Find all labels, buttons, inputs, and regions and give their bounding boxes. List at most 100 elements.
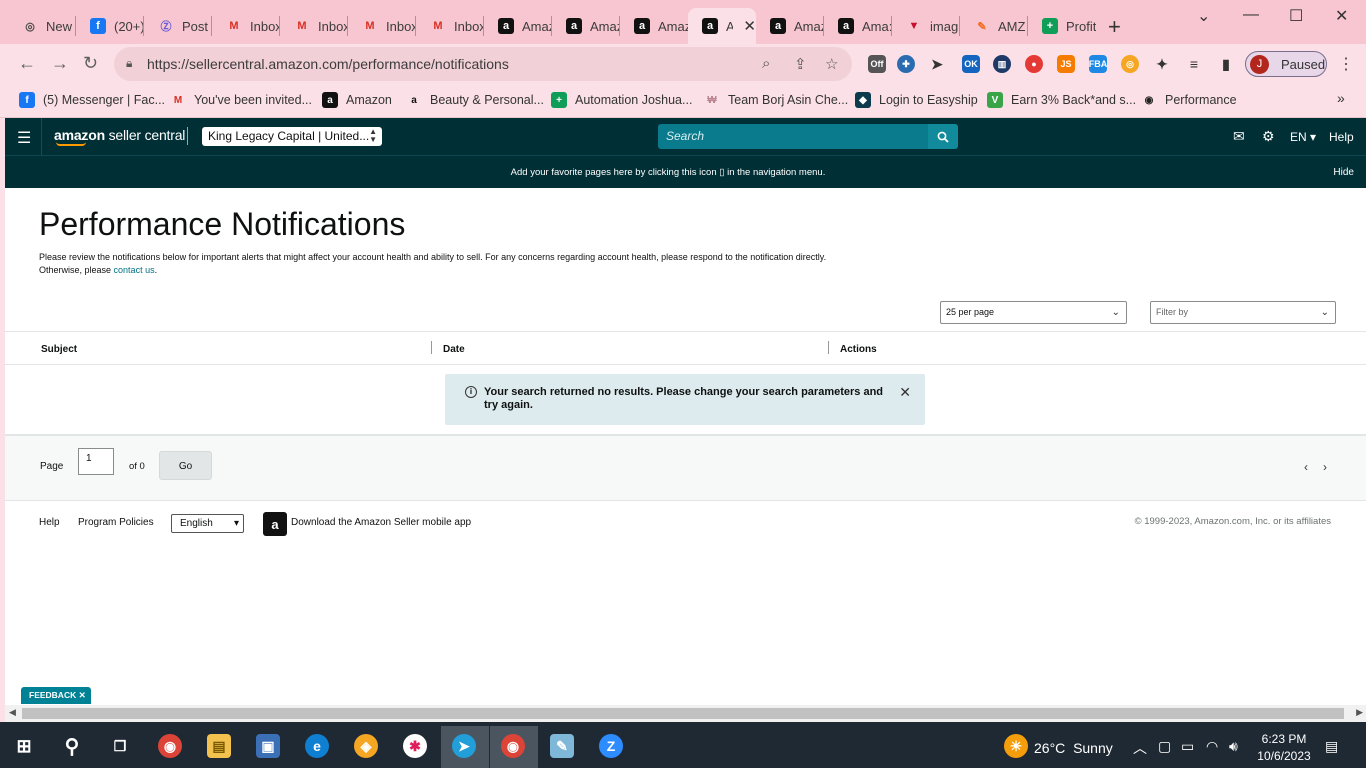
extension-fba-icon[interactable]: FBA bbox=[1089, 55, 1107, 73]
tray-overflow-icon[interactable]: ︿ bbox=[1133, 738, 1147, 758]
wifi-icon[interactable]: ◠ bbox=[1206, 738, 1218, 755]
download-app-link[interactable]: Download the Amazon Seller mobile app bbox=[291, 517, 471, 528]
bookmark-item[interactable]: V Earn 3% Back*and s... bbox=[987, 91, 1136, 109]
browser-tab[interactable]: a A ✕ bbox=[688, 8, 756, 44]
bookmark-item[interactable]: ◉ Performance bbox=[1141, 91, 1237, 109]
minimize-icon[interactable]: — bbox=[1243, 6, 1259, 24]
app-taskbar-icon[interactable]: ▣ bbox=[256, 734, 280, 758]
footer-language-select[interactable]: English ▾ bbox=[171, 514, 244, 533]
browser-tab[interactable]: ✎ AMZ bbox=[960, 8, 1028, 44]
help-link[interactable]: Help bbox=[1329, 130, 1354, 144]
bookmark-item[interactable]: a Beauty & Personal... bbox=[406, 91, 544, 109]
search-input[interactable]: Search bbox=[658, 124, 928, 149]
go-button[interactable]: Go bbox=[159, 451, 212, 480]
browser-menu-icon[interactable]: ⋮ bbox=[1338, 54, 1354, 74]
scroll-left-icon[interactable]: ◀ bbox=[9, 707, 16, 718]
page-number-input[interactable]: 1 bbox=[78, 448, 114, 475]
extension-ok-icon[interactable]: OK bbox=[962, 55, 980, 73]
tray-camera-icon[interactable]: ▢ bbox=[1158, 738, 1171, 755]
browser-tab[interactable]: a Amaz bbox=[484, 8, 552, 44]
telegram-icon[interactable]: ➤ bbox=[452, 734, 476, 758]
hide-banner-link[interactable]: Hide bbox=[1333, 167, 1354, 178]
bookmark-item[interactable]: ◆ Login to Easyship bbox=[855, 91, 978, 109]
address-bar[interactable]: 🔒︎ https://sellercentral.amazon.com/perf… bbox=[114, 47, 852, 81]
previous-page-icon[interactable]: ‹ bbox=[1304, 460, 1308, 474]
close-window-icon[interactable]: ✕ bbox=[1335, 6, 1348, 26]
browser-tab[interactable]: M Inbox bbox=[348, 8, 416, 44]
bookmark-item[interactable]: a Amazon bbox=[322, 91, 392, 109]
bookmark-star-icon[interactable]: ☆ bbox=[825, 55, 838, 73]
forward-icon[interactable]: → bbox=[51, 53, 69, 74]
new-tab-button[interactable]: + bbox=[1108, 14, 1121, 40]
chrome-profile-taskbar-icon[interactable]: ◉ bbox=[501, 734, 525, 758]
chrome-taskbar-icon[interactable]: ◉ bbox=[158, 734, 182, 758]
extensions-puzzle-icon[interactable]: ✦ bbox=[1153, 55, 1171, 73]
browser-tab[interactable]: M Inbox bbox=[212, 8, 280, 44]
system-clock[interactable]: 6:23 PM 10/6/2023 bbox=[1255, 731, 1313, 765]
bookmarks-overflow-icon[interactable]: » bbox=[1337, 90, 1345, 106]
zoom-app-icon[interactable]: Z bbox=[599, 734, 623, 758]
amazon-seller-app-icon[interactable]: a bbox=[263, 512, 287, 536]
close-tab-icon[interactable]: ✕ bbox=[743, 17, 756, 35]
column-actions[interactable]: Actions bbox=[840, 344, 877, 355]
task-view-icon[interactable]: ❐ bbox=[108, 734, 132, 758]
extension-chart-icon[interactable]: ▥ bbox=[993, 55, 1011, 73]
browser-tab[interactable]: f (20+) bbox=[76, 8, 144, 44]
slack-icon[interactable]: ✱ bbox=[403, 734, 427, 758]
extension-orange-icon[interactable]: ◎ bbox=[1121, 55, 1139, 73]
footer-help-link[interactable]: Help bbox=[39, 517, 60, 528]
next-page-icon[interactable]: › bbox=[1323, 460, 1327, 474]
hamburger-menu-icon[interactable]: ☰ bbox=[17, 128, 31, 148]
column-subject[interactable]: Subject bbox=[41, 344, 77, 355]
scrollbar-thumb[interactable] bbox=[22, 708, 1344, 719]
extension-blue-icon[interactable]: ✚ bbox=[897, 55, 915, 73]
browser-tab[interactable]: ▼ imag bbox=[892, 8, 960, 44]
extension-js-icon[interactable]: JS bbox=[1057, 55, 1075, 73]
feedback-tab[interactable]: FEEDBACK ✕ bbox=[21, 687, 91, 704]
url-text[interactable]: https://sellercentral.amazon.com/perform… bbox=[147, 56, 509, 72]
taskbar-search-icon[interactable]: ⚲ bbox=[60, 734, 84, 758]
browser-tab[interactable]: a Amaz bbox=[552, 8, 620, 44]
bookmark-item[interactable]: ₩ Team Borj Asin Che... bbox=[704, 91, 848, 109]
scroll-right-icon[interactable]: ▶ bbox=[1356, 707, 1363, 718]
bookmark-item[interactable]: f (5) Messenger | Fac... bbox=[19, 91, 165, 109]
file-explorer-icon[interactable]: ▤ bbox=[207, 734, 231, 758]
windows-start-icon[interactable]: ⊞ bbox=[12, 734, 36, 758]
back-icon[interactable]: ← bbox=[18, 53, 36, 74]
maximize-icon[interactable]: ☐ bbox=[1289, 6, 1303, 26]
reload-icon[interactable]: ↻ bbox=[83, 53, 98, 74]
vpn-icon[interactable]: ◈ bbox=[354, 734, 378, 758]
search-button[interactable] bbox=[928, 124, 958, 149]
extension-off-icon[interactable]: Off bbox=[868, 55, 886, 73]
share-icon[interactable]: ⇪ bbox=[794, 55, 807, 73]
column-date[interactable]: Date bbox=[443, 344, 465, 355]
browser-tab[interactable]: a Ama: bbox=[824, 8, 892, 44]
horizontal-scrollbar[interactable]: ◀ ▶ bbox=[5, 705, 1366, 722]
filter-select[interactable]: Filter by ⌄ bbox=[1150, 301, 1336, 324]
extension-pokeball-icon[interactable]: ● bbox=[1025, 55, 1043, 73]
bookmark-item[interactable]: + Automation Joshua... bbox=[551, 91, 692, 109]
lock-icon[interactable]: 🔒︎ bbox=[126, 56, 132, 71]
seller-central-logo[interactable]: amazon seller central bbox=[54, 127, 185, 146]
gear-icon[interactable]: ⚙ bbox=[1262, 128, 1275, 145]
browser-tab[interactable]: ◎ New bbox=[8, 8, 76, 44]
browser-tab[interactable]: M Inbox bbox=[280, 8, 348, 44]
tab-search-icon[interactable]: ⌄ bbox=[1197, 6, 1210, 26]
media-control-icon[interactable]: ≡ bbox=[1185, 55, 1203, 73]
per-page-select[interactable]: 25 per page ⌄ bbox=[940, 301, 1127, 324]
browser-tab[interactable]: M Inbox bbox=[416, 8, 484, 44]
account-switcher[interactable]: King Legacy Capital | United... ▲ ▼ bbox=[202, 127, 382, 146]
volume-icon[interactable]: 🔊︎ bbox=[1229, 738, 1238, 755]
weather-widget[interactable]: 26°C Sunny bbox=[1034, 740, 1113, 756]
battery-icon[interactable]: ▭ bbox=[1181, 738, 1194, 755]
bookmark-item[interactable]: M You've been invited... bbox=[170, 91, 312, 109]
edge-icon[interactable]: e bbox=[305, 734, 329, 758]
profile-button[interactable]: J Paused bbox=[1245, 51, 1327, 77]
mail-icon[interactable]: ✉ bbox=[1233, 128, 1245, 145]
side-panel-icon[interactable]: ▮ bbox=[1217, 55, 1235, 73]
notifications-icon[interactable]: ▤ bbox=[1325, 738, 1338, 755]
close-alert-icon[interactable]: ✕ bbox=[899, 384, 911, 401]
language-menu[interactable]: EN ▾ bbox=[1290, 130, 1316, 144]
program-policies-link[interactable]: Program Policies bbox=[78, 517, 154, 528]
extension-cursor-icon[interactable]: ➤ bbox=[928, 55, 946, 73]
